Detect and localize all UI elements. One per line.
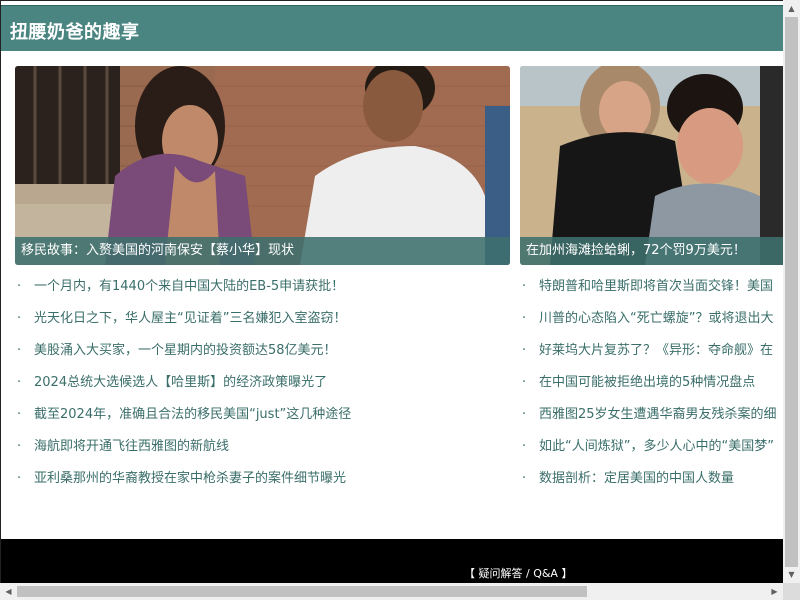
bullet: · — [522, 439, 527, 454]
bullet: · — [522, 375, 527, 390]
list-item[interactable]: · 截至2024年，准确且合法的移民美国“just”这几种途径 — [17, 399, 512, 431]
bullet: · — [17, 471, 22, 486]
news-link[interactable]: 如此“人间炼狱”，多少人心中的“美国梦” — [539, 439, 774, 454]
news-link[interactable]: 截至2024年，准确且合法的移民美国“just”这几种途径 — [34, 407, 351, 422]
vertical-scroll-thumb[interactable] — [785, 17, 798, 567]
browser-page: 扭腰奶爸的趣享 移民故事：入赘美国的河南保安【蔡小华】现状 在加州海滩捡蛤蜊，7… — [0, 0, 800, 600]
list-item[interactable]: · 在中国可能被拒绝出境的5种情况盘点 — [522, 367, 783, 399]
news-link[interactable]: 西雅图25岁女生遭遇华裔男友残杀案的细 — [539, 407, 777, 422]
list-item[interactable]: · 如此“人间炼狱”，多少人心中的“美国梦” — [522, 431, 783, 463]
bullet: · — [17, 343, 22, 358]
bullet: · — [522, 279, 527, 294]
scroll-up-arrow-icon[interactable]: ▲ — [783, 0, 800, 17]
featured-card-immigrant-story[interactable]: 移民故事：入赘美国的河南保安【蔡小华】现状 — [15, 66, 510, 265]
featured-card-clam-fine[interactable]: 在加州海滩捡蛤蜊，72个罚9万美元！ — [520, 66, 783, 265]
news-link[interactable]: 在中国可能被拒绝出境的5种情况盘点 — [539, 375, 755, 390]
bullet: · — [17, 439, 22, 454]
faq-link[interactable]: 【 疑问解答 / Q&A 】 — [464, 565, 572, 581]
bullet: · — [17, 279, 22, 294]
news-list-left: · 一个月内，有1440个来自中国大陆的EB-5申请获批！ · 光天化日之下，华人屋… — [17, 271, 512, 495]
site-header: 扭腰奶爸的趣享 — [1, 5, 783, 51]
list-item[interactable]: · 数据剖析：定居美国的中国人数量 — [522, 463, 783, 495]
list-item[interactable]: · 美股涌入大买家，一个星期内的投资额达58亿美元！ — [17, 335, 512, 367]
card-photo — [15, 66, 510, 265]
news-link[interactable]: 一个月内，有1440个来自中国大陆的EB-5申请获批！ — [34, 279, 344, 294]
card-caption[interactable]: 在加州海滩捡蛤蜊，72个罚9万美元！ — [520, 237, 783, 265]
bullet: · — [17, 375, 22, 390]
bullet: · — [522, 471, 527, 486]
horizontal-scroll-thumb[interactable] — [17, 586, 587, 597]
news-list-right: · 特朗普和哈里斯即将首次当面交锋！美国 · 川普的心态陷入“死亡螺旋”？或将退出大… — [522, 271, 783, 495]
news-link[interactable]: 川普的心态陷入“死亡螺旋”？或将退出大 — [539, 311, 773, 326]
bullet: · — [522, 343, 527, 358]
scroll-left-arrow-icon[interactable]: ◀ — [0, 583, 17, 600]
list-item[interactable]: · 特朗普和哈里斯即将首次当面交锋！美国 — [522, 271, 783, 303]
list-item[interactable]: · 海航即将开通飞往西雅图的新航线 — [17, 431, 512, 463]
card-caption[interactable]: 移民故事：入赘美国的河南保安【蔡小华】现状 — [15, 237, 510, 265]
news-link[interactable]: 美股涌入大买家，一个星期内的投资额达58亿美元！ — [34, 343, 337, 358]
page-viewport: 扭腰奶爸的趣享 移民故事：入赘美国的河南保安【蔡小华】现状 在加州海滩捡蛤蜊，7… — [0, 0, 783, 583]
news-link[interactable]: 数据剖析：定居美国的中国人数量 — [539, 471, 734, 486]
news-link[interactable]: 亚利桑那州的华裔教授在家中枪杀妻子的案件细节曝光 — [34, 471, 346, 486]
list-item[interactable]: · 好莱坞大片复苏了？《异形：夺命舰》在 — [522, 335, 783, 367]
scrollbar-corner — [783, 583, 800, 600]
scroll-down-arrow-icon[interactable]: ▼ — [783, 566, 800, 583]
news-link[interactable]: 2024总统大选候选人【哈里斯】的经济政策曝光了 — [34, 375, 327, 390]
vertical-scrollbar[interactable]: ▲ ▼ — [783, 0, 800, 583]
site-title[interactable]: 扭腰奶爸的趣享 — [10, 18, 140, 44]
bullet: · — [522, 311, 527, 326]
list-item[interactable]: · 川普的心态陷入“死亡螺旋”？或将退出大 — [522, 303, 783, 335]
bullet: · — [17, 407, 22, 422]
card-photo — [520, 66, 783, 265]
scroll-right-arrow-icon[interactable]: ▶ — [766, 583, 783, 600]
news-link[interactable]: 光天化日之下，华人屋主“见证着”三名嫌犯入室盗窃！ — [34, 311, 346, 326]
news-link[interactable]: 海航即将开通飞往西雅图的新航线 — [34, 439, 229, 454]
news-link[interactable]: 好莱坞大片复苏了？《异形：夺命舰》在 — [539, 343, 773, 358]
site-footer: 【 疑问解答 / Q&A 】 — [1, 539, 783, 583]
list-item[interactable]: · 西雅图25岁女生遭遇华裔男友残杀案的细 — [522, 399, 783, 431]
list-item[interactable]: · 一个月内，有1440个来自中国大陆的EB-5申请获批！ — [17, 271, 512, 303]
bullet: · — [522, 407, 527, 422]
list-item[interactable]: · 2024总统大选候选人【哈里斯】的经济政策曝光了 — [17, 367, 512, 399]
list-item[interactable]: · 光天化日之下，华人屋主“见证着”三名嫌犯入室盗窃！ — [17, 303, 512, 335]
news-link[interactable]: 特朗普和哈里斯即将首次当面交锋！美国 — [539, 279, 773, 294]
list-item[interactable]: · 亚利桑那州的华裔教授在家中枪杀妻子的案件细节曝光 — [17, 463, 512, 495]
horizontal-scrollbar[interactable]: ◀ ▶ — [0, 583, 783, 600]
bullet: · — [17, 311, 22, 326]
